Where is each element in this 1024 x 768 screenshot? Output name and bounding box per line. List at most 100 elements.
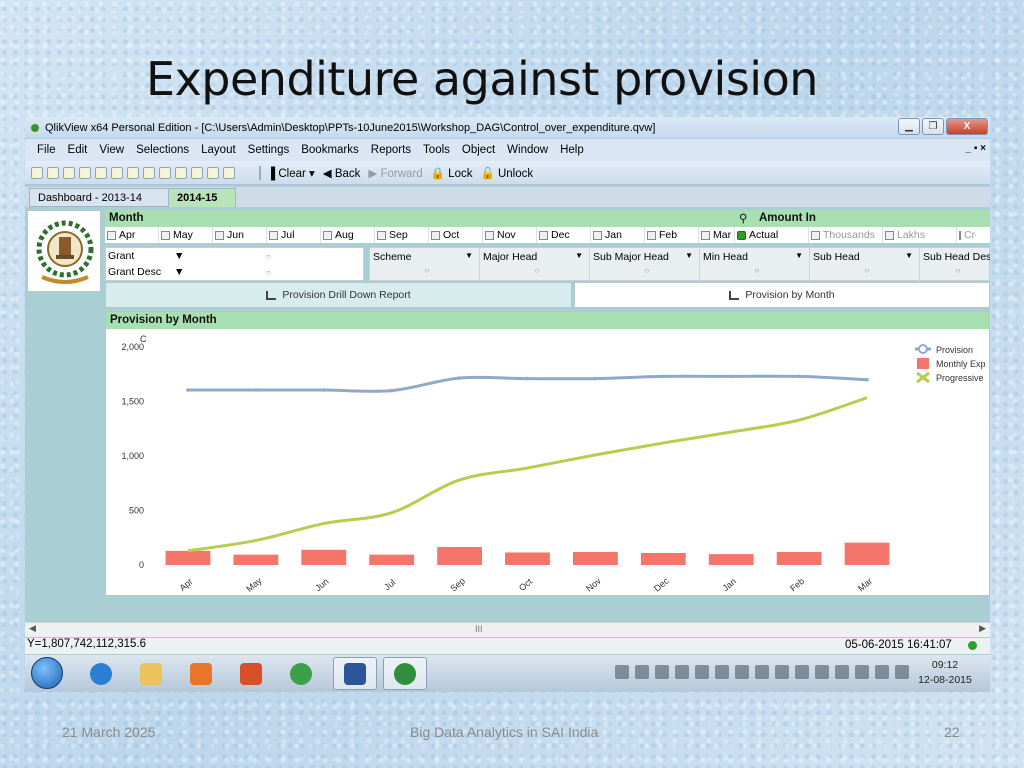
- month-option-jul[interactable]: Jul: [267, 227, 321, 243]
- taskbar-app-file-explorer[interactable]: [129, 657, 173, 690]
- month-option-feb[interactable]: Feb: [645, 227, 699, 243]
- windows-icon[interactable]: [635, 665, 649, 679]
- whats-this-icon[interactable]: [223, 166, 235, 179]
- month-option-nov[interactable]: Nov: [483, 227, 537, 243]
- menu-settings[interactable]: Settings: [248, 144, 290, 156]
- dropdown-arrow-icon[interactable]: ▼: [174, 250, 184, 262]
- scroll-grip[interactable]: III: [475, 624, 483, 634]
- filter-sub-major-head[interactable]: Sub Major Head ▼ ○: [590, 248, 700, 282]
- taskbar-app-media-player[interactable]: [179, 657, 223, 690]
- network-icon[interactable]: [655, 665, 669, 679]
- save-icon[interactable]: [63, 166, 75, 179]
- taskbar-app-internet-explorer[interactable]: [79, 657, 123, 690]
- month-option-oct[interactable]: Oct: [429, 227, 483, 243]
- provision-by-month-button[interactable]: Provision by Month: [574, 282, 990, 308]
- scroll-left-icon[interactable]: ◀: [29, 623, 36, 634]
- filter-sub-head[interactable]: Sub Head ▼ ○: [810, 248, 920, 282]
- close-button[interactable]: X: [946, 118, 988, 135]
- month-option-apr[interactable]: Apr: [105, 227, 159, 243]
- menu-bookmarks[interactable]: Bookmarks: [301, 144, 359, 156]
- mdi-controls[interactable]: _ ▪ ×: [965, 143, 986, 154]
- filter-sub-head-desc[interactable]: Sub Head Desc ○: [920, 248, 990, 282]
- month-option-may[interactable]: May: [159, 227, 213, 243]
- menu-view[interactable]: View: [99, 144, 124, 156]
- wifi-icon[interactable]: [715, 665, 729, 679]
- clear-button[interactable]: ▐ Clear ▾: [267, 166, 315, 180]
- power-icon[interactable]: [875, 665, 889, 679]
- display-icon[interactable]: [775, 665, 789, 679]
- month-option-jan[interactable]: Jan: [591, 227, 645, 243]
- back-button[interactable]: ◀ Back: [323, 166, 361, 180]
- dropdown-arrow-icon[interactable]: ▼: [174, 266, 184, 278]
- cloud-icon[interactable]: [675, 665, 689, 679]
- forward-button[interactable]: ▶ Forward: [368, 166, 422, 180]
- new-doc-icon[interactable]: [31, 166, 43, 179]
- minimize-button[interactable]: ▁: [898, 118, 920, 135]
- menu-help[interactable]: Help: [560, 144, 584, 156]
- shield-icon[interactable]: [695, 665, 709, 679]
- edit-script-icon[interactable]: [143, 166, 155, 179]
- amount-option-crore[interactable]: Cro: [957, 227, 976, 243]
- filter-major-head[interactable]: Major Head ▼ ○: [480, 248, 590, 282]
- lock-button[interactable]: 🔒 Lock: [431, 166, 473, 180]
- menu-tools[interactable]: Tools: [423, 144, 450, 156]
- amount-option-thousands[interactable]: Thousands: [809, 227, 883, 243]
- menu-reports[interactable]: Reports: [371, 144, 411, 156]
- signal-icon[interactable]: [855, 665, 869, 679]
- filter-min-head[interactable]: Min Head ▼ ○: [700, 248, 810, 282]
- month-option-sep[interactable]: Sep: [375, 227, 429, 243]
- taskbar-app-chrome[interactable]: [279, 657, 323, 690]
- unlock-button[interactable]: 🔓 Unlock: [480, 166, 533, 180]
- taskbar-app-qlikview[interactable]: [383, 657, 427, 690]
- print-icon[interactable]: [79, 166, 91, 179]
- help-icon[interactable]: [207, 166, 219, 179]
- maximize-button[interactable]: ❐: [922, 118, 944, 135]
- search-icon[interactable]: ⚲: [739, 211, 747, 225]
- open-folder-icon[interactable]: [47, 166, 59, 179]
- taskbar-clock[interactable]: 09:12 12-08-2015: [905, 658, 985, 688]
- menu-file[interactable]: File: [37, 144, 56, 156]
- flag-icon[interactable]: [795, 665, 809, 679]
- chart-wizard-icon[interactable]: [159, 166, 171, 179]
- taskbar-app-word[interactable]: [333, 657, 377, 690]
- check-icon[interactable]: [755, 665, 769, 679]
- usb-icon[interactable]: [815, 665, 829, 679]
- provision-drill-down-button[interactable]: Provision Drill Down Report: [105, 282, 572, 308]
- month-option-mar[interactable]: Mar: [699, 227, 735, 243]
- tab-2014-15[interactable]: 2014-15: [168, 188, 236, 207]
- dropdown-arrow-icon[interactable]: ▼: [905, 251, 913, 260]
- filter-scheme[interactable]: Scheme ▼ ○: [370, 248, 480, 282]
- menu-selections[interactable]: Selections: [136, 144, 189, 156]
- search-icon[interactable]: [127, 166, 139, 179]
- menu-layout[interactable]: Layout: [201, 144, 236, 156]
- bookmark-star-icon[interactable]: [175, 166, 187, 179]
- bluetooth-icon[interactable]: [615, 665, 629, 679]
- grant-field[interactable]: Grant ▼ ○: [106, 248, 363, 264]
- grant-desc-field[interactable]: Grant Desc ▼ ○: [106, 264, 363, 280]
- monitor-icon[interactable]: [735, 665, 749, 679]
- month-option-aug[interactable]: Aug: [321, 227, 375, 243]
- dropdown-arrow-icon[interactable]: ▼: [575, 251, 583, 260]
- chart-canvas[interactable]: C05001,0001,5002,000Apr May Jun Jul Sep Oct No…: [106, 330, 989, 595]
- dropdown-arrow-icon[interactable]: ▼: [465, 251, 473, 260]
- horizontal-scrollbar[interactable]: ◀ III ▶: [25, 622, 990, 637]
- month-option-dec[interactable]: Dec: [537, 227, 591, 243]
- dropdown-arrow-icon[interactable]: ▼: [685, 251, 693, 260]
- battery-icon[interactable]: [835, 665, 849, 679]
- scroll-right-icon[interactable]: ▶: [979, 623, 986, 634]
- undo-icon[interactable]: [95, 166, 107, 179]
- month-option-jun[interactable]: Jun: [213, 227, 267, 243]
- amount-option-actual[interactable]: Actual: [735, 227, 809, 243]
- taskbar-app-paint-app[interactable]: [229, 657, 273, 690]
- menu-edit[interactable]: Edit: [68, 144, 88, 156]
- bar-chart-icon: [729, 290, 740, 300]
- menu-window[interactable]: Window: [507, 144, 548, 156]
- window-titlebar[interactable]: QlikView x64 Personal Edition - [C:\User…: [25, 117, 990, 138]
- menu-object[interactable]: Object: [462, 144, 495, 156]
- dropdown-arrow-icon[interactable]: ▼: [795, 251, 803, 260]
- redo-icon[interactable]: [111, 166, 123, 179]
- start-button[interactable]: [31, 657, 63, 689]
- tab-dashboard-2013-14[interactable]: Dashboard - 2013-14: [29, 188, 169, 207]
- amount-option-lakhs[interactable]: Lakhs: [883, 227, 957, 243]
- properties-icon[interactable]: [191, 166, 203, 179]
